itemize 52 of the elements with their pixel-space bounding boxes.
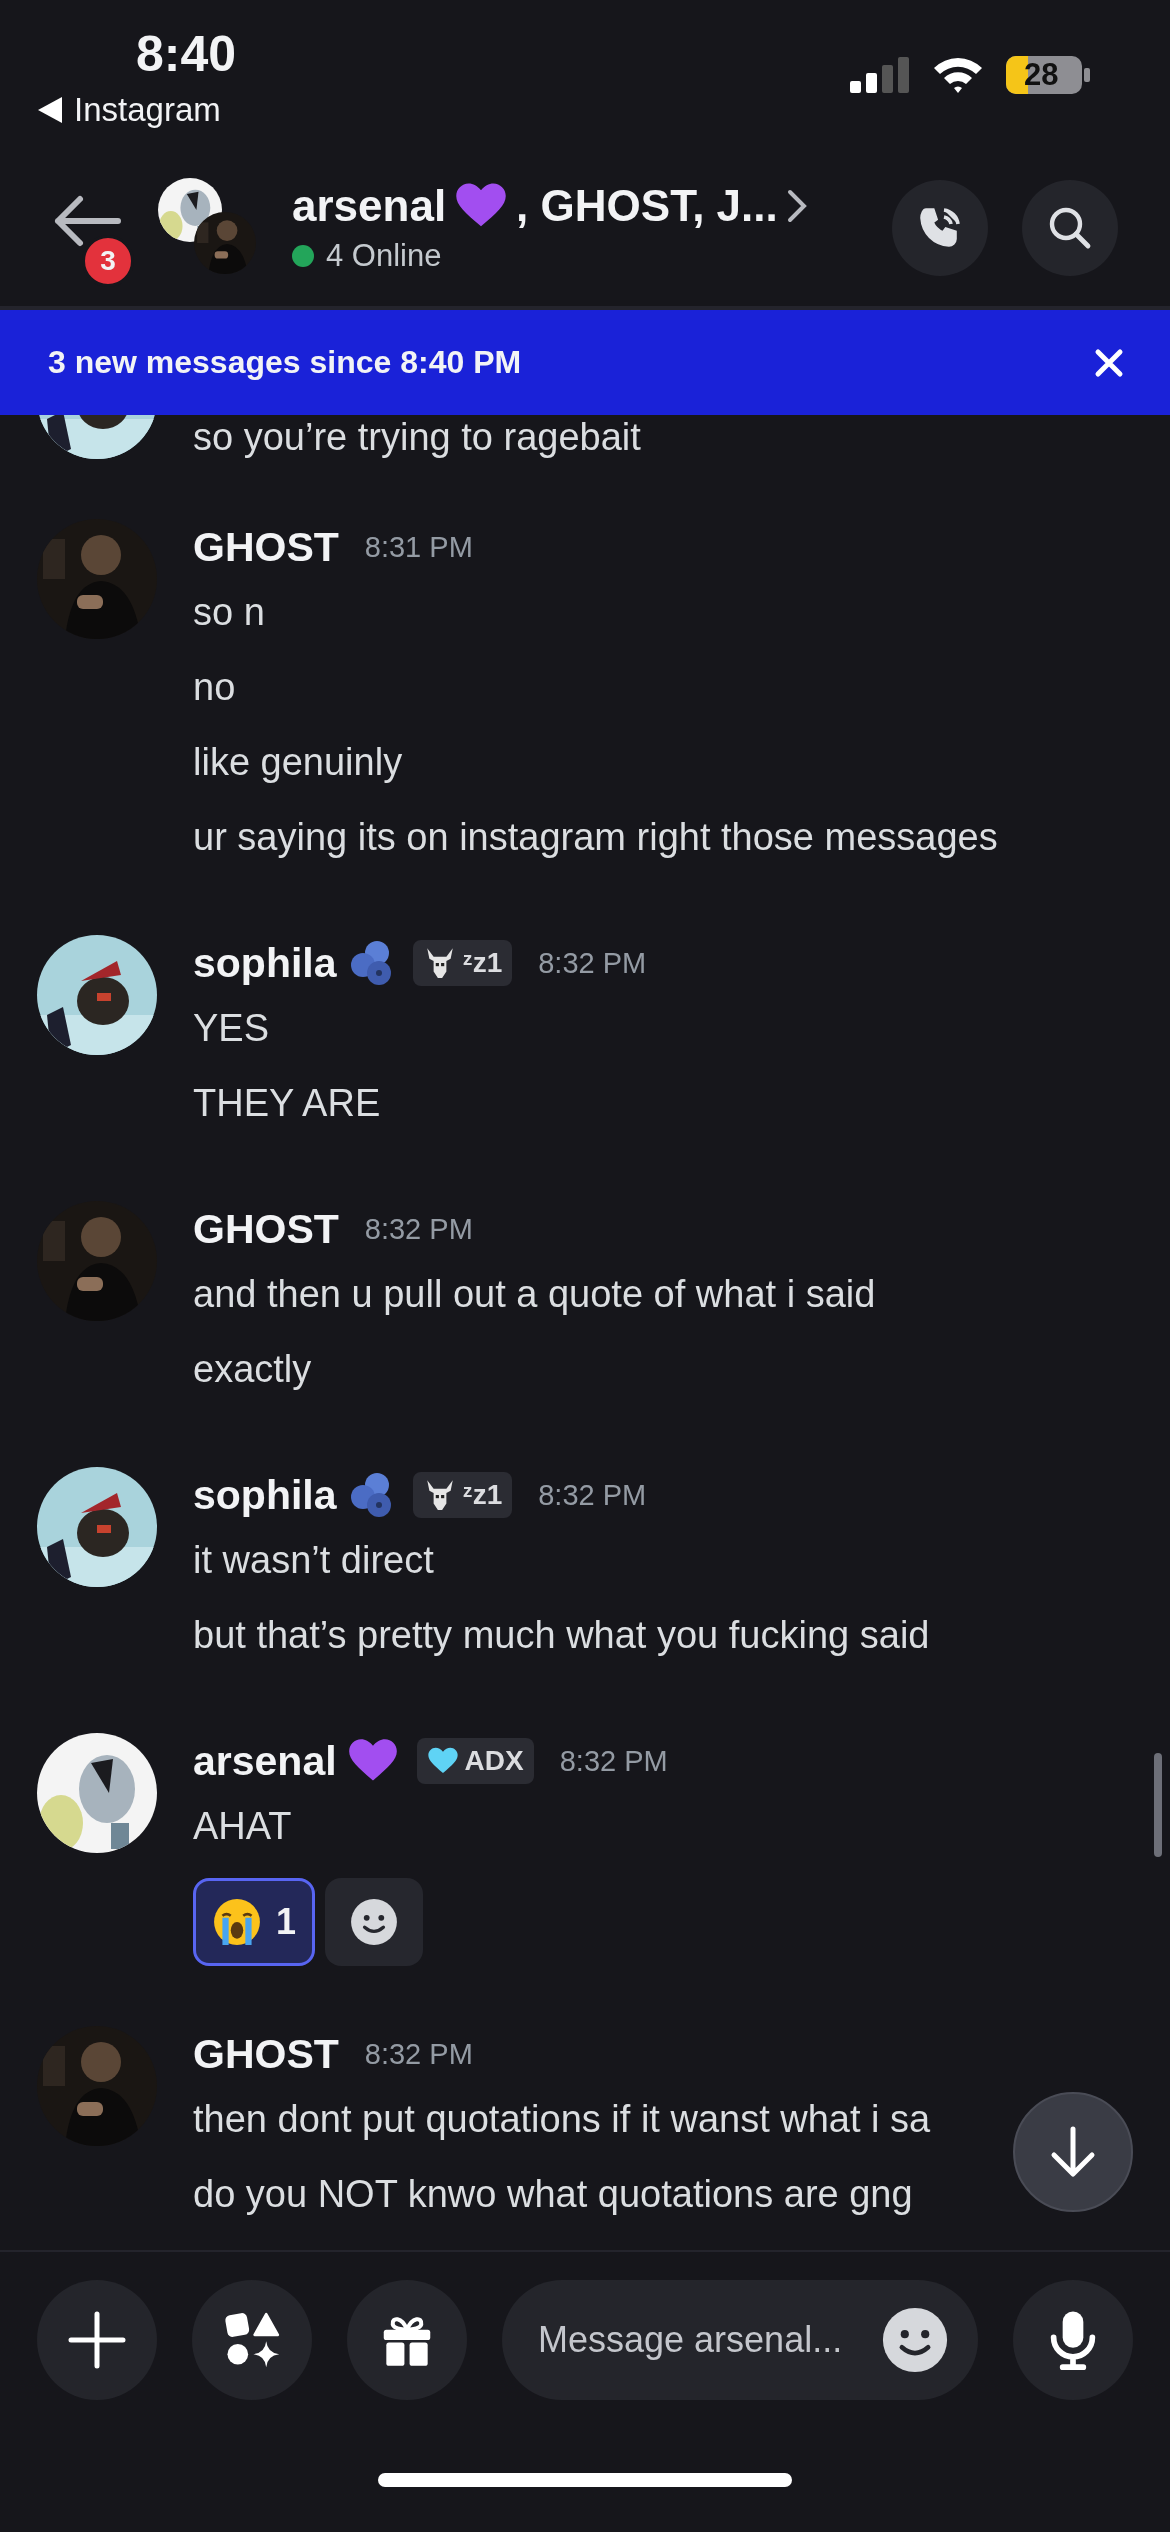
- tag-text: ᶻz1: [462, 1479, 503, 1511]
- crying-face-icon: [212, 1897, 262, 1947]
- message-text: like genuinly: [193, 740, 404, 785]
- add-reaction-button[interactable]: [325, 1878, 424, 1966]
- message-text: but that’s pretty much what you fucking said: [193, 1613, 930, 1658]
- home-indicator[interactable]: [378, 2472, 792, 2487]
- message-text: and then u pull out a quote of what i said: [193, 1272, 876, 1317]
- message-text: do you NOT knwo what quotations are gng: [193, 2172, 914, 2217]
- message-text: AHAT: [193, 1804, 293, 1849]
- message-text: THEY ARE: [193, 1081, 382, 1126]
- signal-icon: [850, 57, 910, 93]
- reaction-button[interactable]: 1: [193, 1878, 316, 1966]
- online-status-dot: [292, 245, 314, 267]
- chevron-right-icon[interactable]: [785, 188, 808, 224]
- banner-text: 3 new messages since 8:40 PM: [48, 344, 522, 381]
- chat-title[interactable]: arsenal: [292, 178, 447, 234]
- timestamp: 8:31 PM: [364, 530, 473, 564]
- timestamp: 8:32 PM: [538, 946, 647, 980]
- timestamp: 8:32 PM: [364, 1212, 473, 1246]
- wifi-icon: [932, 56, 984, 94]
- plus-icon: [67, 2309, 127, 2370]
- back-triangle-icon[interactable]: [38, 97, 62, 123]
- status-time: 8:40: [136, 25, 237, 84]
- username[interactable]: sophila: [193, 939, 337, 987]
- scrollbar[interactable]: [1154, 1753, 1162, 1857]
- message-text: ur saying its on instagram right those messages: [193, 815, 998, 860]
- username[interactable]: arsenal: [193, 1737, 337, 1785]
- chat-title[interactable]: , GHOST, J...: [516, 178, 778, 234]
- username[interactable]: GHOST: [193, 2030, 339, 2078]
- timestamp: 8:32 PM: [538, 1478, 647, 1512]
- message-text: exactly: [193, 1347, 313, 1392]
- username[interactable]: GHOST: [193, 523, 339, 571]
- online-count: 4 Online: [326, 237, 442, 275]
- timestamp: 8:32 PM: [364, 2037, 473, 2071]
- unread-badge: 3: [82, 235, 134, 287]
- tag-text: ADX: [464, 1745, 524, 1777]
- back-to-app-link[interactable]: Instagram: [74, 90, 221, 130]
- message-field[interactable]: Message arsenal...: [502, 2279, 978, 2400]
- message-text: so n: [193, 590, 266, 635]
- message-text: then dont put quotations if it wanst what i sa: [193, 2097, 931, 2142]
- smiley-icon: [349, 1897, 400, 1947]
- message-text: YES: [193, 1006, 271, 1051]
- message-text: so you’re trying to ragebait: [193, 415, 641, 459]
- back-arrow-icon[interactable]: [52, 193, 122, 249]
- username[interactable]: sophila: [193, 1471, 337, 1519]
- message-text: no: [193, 665, 237, 710]
- timestamp: 8:32 PM: [559, 1744, 668, 1778]
- username[interactable]: GHOST: [193, 1205, 339, 1253]
- new-messages-banner[interactable]: 3 new messages since 8:40 PM: [0, 310, 1170, 415]
- close-icon: [1094, 347, 1124, 378]
- message-text: it wasn’t direct: [193, 1538, 435, 1583]
- tag-text: ᶻz1: [462, 947, 503, 979]
